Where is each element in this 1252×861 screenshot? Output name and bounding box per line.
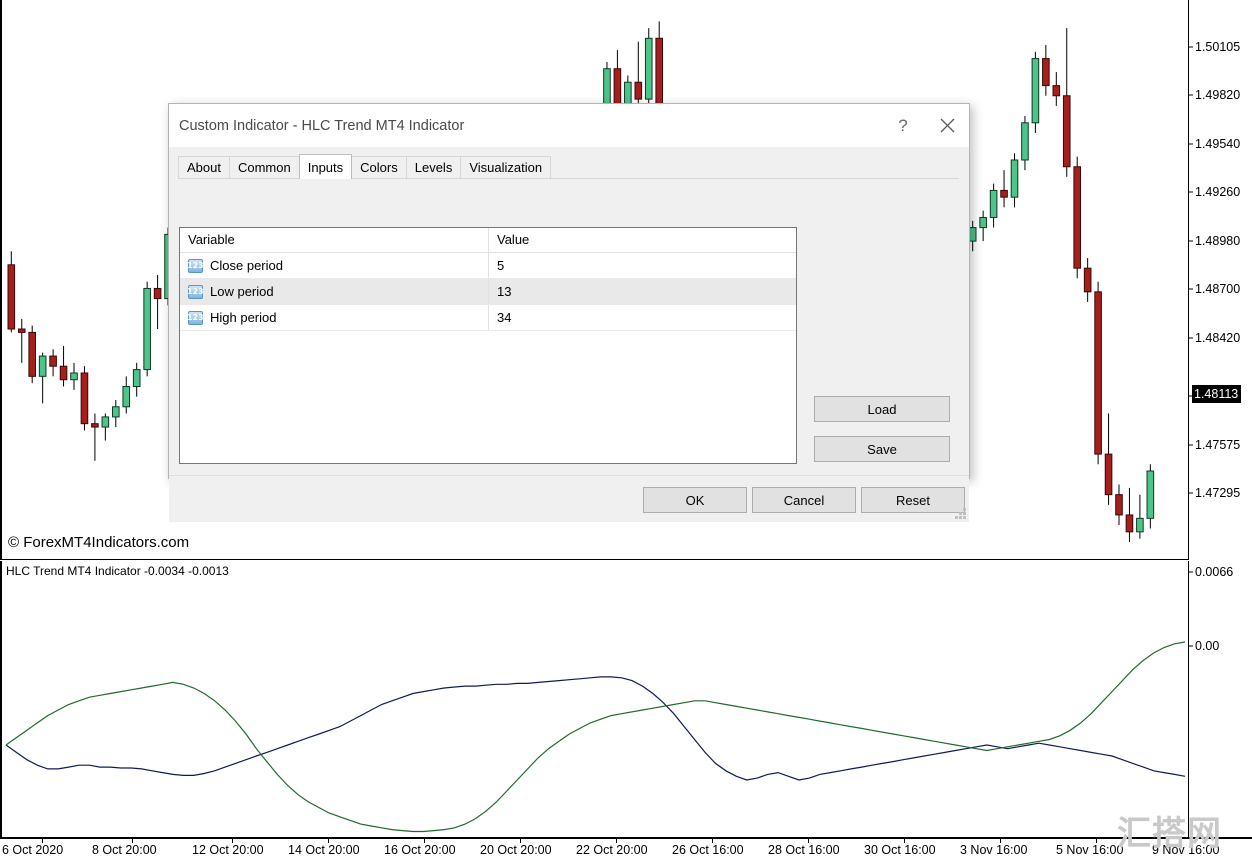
indicator-tick-mark [1189, 571, 1193, 573]
tabstrip: About Common Inputs Colors Levels Visual… [178, 154, 552, 179]
cancel-button[interactable]: Cancel [752, 487, 856, 513]
price-tick-mark [1189, 288, 1193, 290]
price-tick-label: 1.48420 [1195, 331, 1241, 345]
time-tick-label: 16 Oct 20:00 [384, 843, 456, 857]
price-scale[interactable]: 1.50105 1.49820 1.49540 1.49260 1.48980 1.487… [1189, 0, 1252, 838]
value-cell[interactable]: 13 [488, 279, 796, 304]
tab-colors[interactable]: Colors [351, 156, 407, 178]
price-tick-label: 1.49260 [1195, 185, 1241, 199]
resize-grip-icon[interactable] [955, 508, 966, 519]
copyright-watermark: © ForexMT4Indicators.com [8, 534, 190, 551]
variable-cell: 123 High period [180, 305, 488, 330]
time-axis[interactable]: 6 Oct 2020 8 Oct 20:00 12 Oct 20:00 14 Oct … [0, 838, 1252, 861]
column-header-value: Value [488, 228, 796, 252]
variable-cell: 123 Close period [180, 253, 488, 278]
time-tick-label: 6 Oct 2020 [2, 843, 64, 857]
tabstrip-divider [178, 178, 959, 179]
dialog-body: About Common Inputs Colors Levels Visual… [169, 147, 969, 522]
price-tick-mark [1189, 94, 1193, 96]
indicator-lines [5, 641, 1186, 833]
tab-visualization[interactable]: Visualization [460, 156, 552, 178]
price-tick-mark [1189, 337, 1193, 339]
inputs-grid[interactable]: Variable Value 123 Close period 5 123 Lo… [179, 227, 797, 464]
dialog-system-buttons: ? [881, 104, 969, 147]
save-button[interactable]: Save [814, 436, 950, 462]
mt4-chart-window: CHFSGD#,H4 1.48041 1.48144 1.48010 1.481… [0, 0, 1252, 861]
indicator-tick-mark [1189, 645, 1193, 647]
column-header-variable: Variable [188, 232, 235, 247]
time-tick-label: 30 Oct 16:00 [864, 843, 936, 857]
variable-label: High period [210, 310, 277, 325]
price-tick-mark [1189, 191, 1193, 193]
price-tick-label: 1.48980 [1195, 234, 1241, 248]
time-tick-label: 3 Nov 16:00 [960, 843, 1028, 857]
price-tick-label: 1.47295 [1195, 486, 1241, 500]
time-tick-label: 14 Oct 20:00 [288, 843, 360, 857]
table-row[interactable]: 123 Close period 5 [180, 253, 796, 279]
indicator-subwindow[interactable]: HLC Trend MT4 Indicator -0.0034 -0.0013 [0, 561, 1189, 838]
tab-inputs[interactable]: Inputs [298, 154, 353, 179]
price-tick-mark [1189, 444, 1193, 446]
time-tick-label: 9 Nov 16:00 [1152, 843, 1220, 857]
tab-about[interactable]: About [178, 156, 230, 178]
price-tick-mark [1189, 492, 1193, 494]
time-tick-label: 20 Oct 20:00 [480, 843, 552, 857]
price-tick-mark [1189, 143, 1193, 145]
indicator-scale-label: 0.00 [1195, 639, 1220, 653]
time-tick-label: 26 Oct 16:00 [672, 843, 744, 857]
number-input-icon: 123 [187, 310, 203, 325]
indicator-scale-label: 0.0066 [1195, 565, 1234, 579]
current-price-label: 1.48113 [1192, 385, 1242, 403]
help-button[interactable]: ? [881, 104, 925, 147]
number-input-icon: 123 [187, 258, 203, 273]
tab-common[interactable]: Common [228, 156, 300, 178]
ok-button[interactable]: OK [643, 487, 747, 513]
table-row[interactable]: 123 High period 34 [180, 305, 796, 331]
dialog-footer: OK Cancel Reset [169, 475, 969, 522]
time-tick-label: 5 Nov 16:00 [1056, 843, 1124, 857]
price-tick-label: 1.48700 [1195, 282, 1241, 296]
time-tick-label: 12 Oct 20:00 [192, 843, 264, 857]
grid-header-row: Variable Value [180, 228, 796, 253]
load-button[interactable]: Load [814, 396, 950, 422]
price-tick-label: 1.49820 [1195, 88, 1241, 102]
custom-indicator-dialog[interactable]: Custom Indicator - HLC Trend MT4 Indicat… [168, 103, 970, 522]
variable-label: Close period [210, 258, 283, 273]
dialog-title: Custom Indicator - HLC Trend MT4 Indicat… [179, 117, 465, 134]
value-cell[interactable]: 5 [488, 253, 796, 278]
price-tick-mark [1189, 46, 1193, 48]
price-tick-mark [1189, 240, 1193, 242]
variable-cell: 123 Low period [180, 279, 488, 304]
price-tick-label: 1.50105 [1195, 40, 1241, 54]
price-tick-label: 1.49540 [1195, 137, 1241, 151]
value-cell[interactable]: 34 [488, 305, 796, 330]
time-tick-label: 22 Oct 20:00 [576, 843, 648, 857]
price-tick-label: 1.47575 [1195, 438, 1241, 452]
time-tick-label: 8 Oct 20:00 [92, 843, 157, 857]
reset-button[interactable]: Reset [861, 487, 965, 513]
close-icon[interactable] [925, 104, 969, 147]
number-input-icon: 123 [187, 284, 203, 299]
table-row[interactable]: 123 Low period 13 [180, 279, 796, 305]
dialog-titlebar[interactable]: Custom Indicator - HLC Trend MT4 Indicat… [169, 104, 969, 147]
variable-label: Low period [210, 284, 274, 299]
time-tick-label: 28 Oct 16:00 [768, 843, 840, 857]
tab-levels[interactable]: Levels [405, 156, 462, 178]
